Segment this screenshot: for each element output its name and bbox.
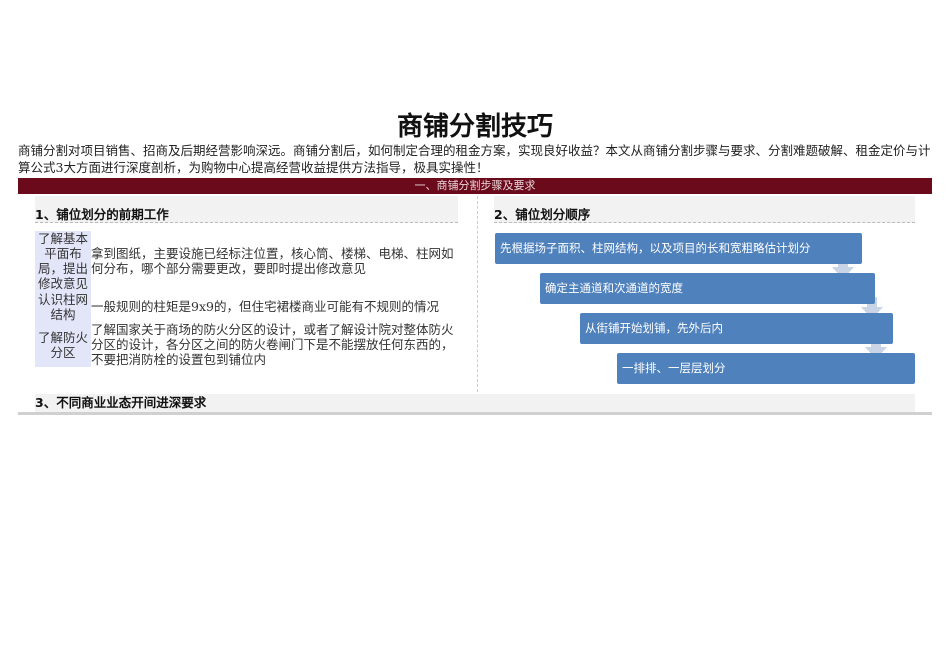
section3-heading: 3、不同商业业态开间进深要求 bbox=[35, 394, 915, 412]
step-box-4: 一排排、一层层划分 bbox=[617, 353, 915, 384]
row-text: 拿到图纸，主要设施已经标注位置，核心筒、楼梯、电梯、柱网如何分布，哪个部分需要更… bbox=[91, 246, 454, 276]
prework-table: 了解基本平面布局，提出修改意见 拿到图纸，主要设施已经标注位置，核心筒、楼梯、电梯… bbox=[35, 231, 460, 367]
step-box-2: 确定主通道和次通道的宽度 bbox=[540, 273, 875, 304]
bottom-rule bbox=[18, 412, 932, 415]
page-title: 商铺分割技巧 bbox=[396, 112, 553, 142]
step-box-1: 先根据场子面积、柱网结构，以及项目的长和宽粗略估计划分 bbox=[495, 233, 862, 264]
table-row: 认识柱网结构 一般规则的柱矩是9x9的，但住宅裙楼商业可能有不规则的情况 bbox=[35, 291, 460, 322]
left-heading: 1、铺位划分的前期工作 bbox=[35, 196, 458, 223]
table-row: 了解基本平面布局，提出修改意见 拿到图纸，主要设施已经标注位置，核心筒、楼梯、电梯… bbox=[35, 231, 460, 291]
row-label: 了解基本平面布局，提出修改意见 bbox=[35, 231, 91, 291]
row-label: 认识柱网结构 bbox=[35, 291, 91, 322]
table-row: 了解防火分区 了解国家关于商场的防火分区的设计，或者了解设计院对整体防火分区的设计… bbox=[35, 322, 460, 367]
section-banner: 一、商铺分割步骤及要求 bbox=[18, 178, 932, 194]
right-heading: 2、铺位划分顺序 bbox=[494, 196, 915, 223]
row-label: 了解防火分区 bbox=[35, 322, 91, 367]
column-divider bbox=[477, 196, 478, 392]
row-text: 了解国家关于商场的防火分区的设计，或者了解设计院对整体防火分区的设计，各分区之间… bbox=[91, 322, 454, 367]
row-text: 一般规则的柱矩是9x9的，但住宅裙楼商业可能有不规则的情况 bbox=[91, 299, 439, 314]
step-box-3: 从街铺开始划铺，先外后内 bbox=[580, 313, 893, 344]
intro-paragraph: 商铺分割对项目销售、招商及后期经营影响深远。商铺分割后，如何制定合理的租金方案，… bbox=[18, 143, 931, 175]
